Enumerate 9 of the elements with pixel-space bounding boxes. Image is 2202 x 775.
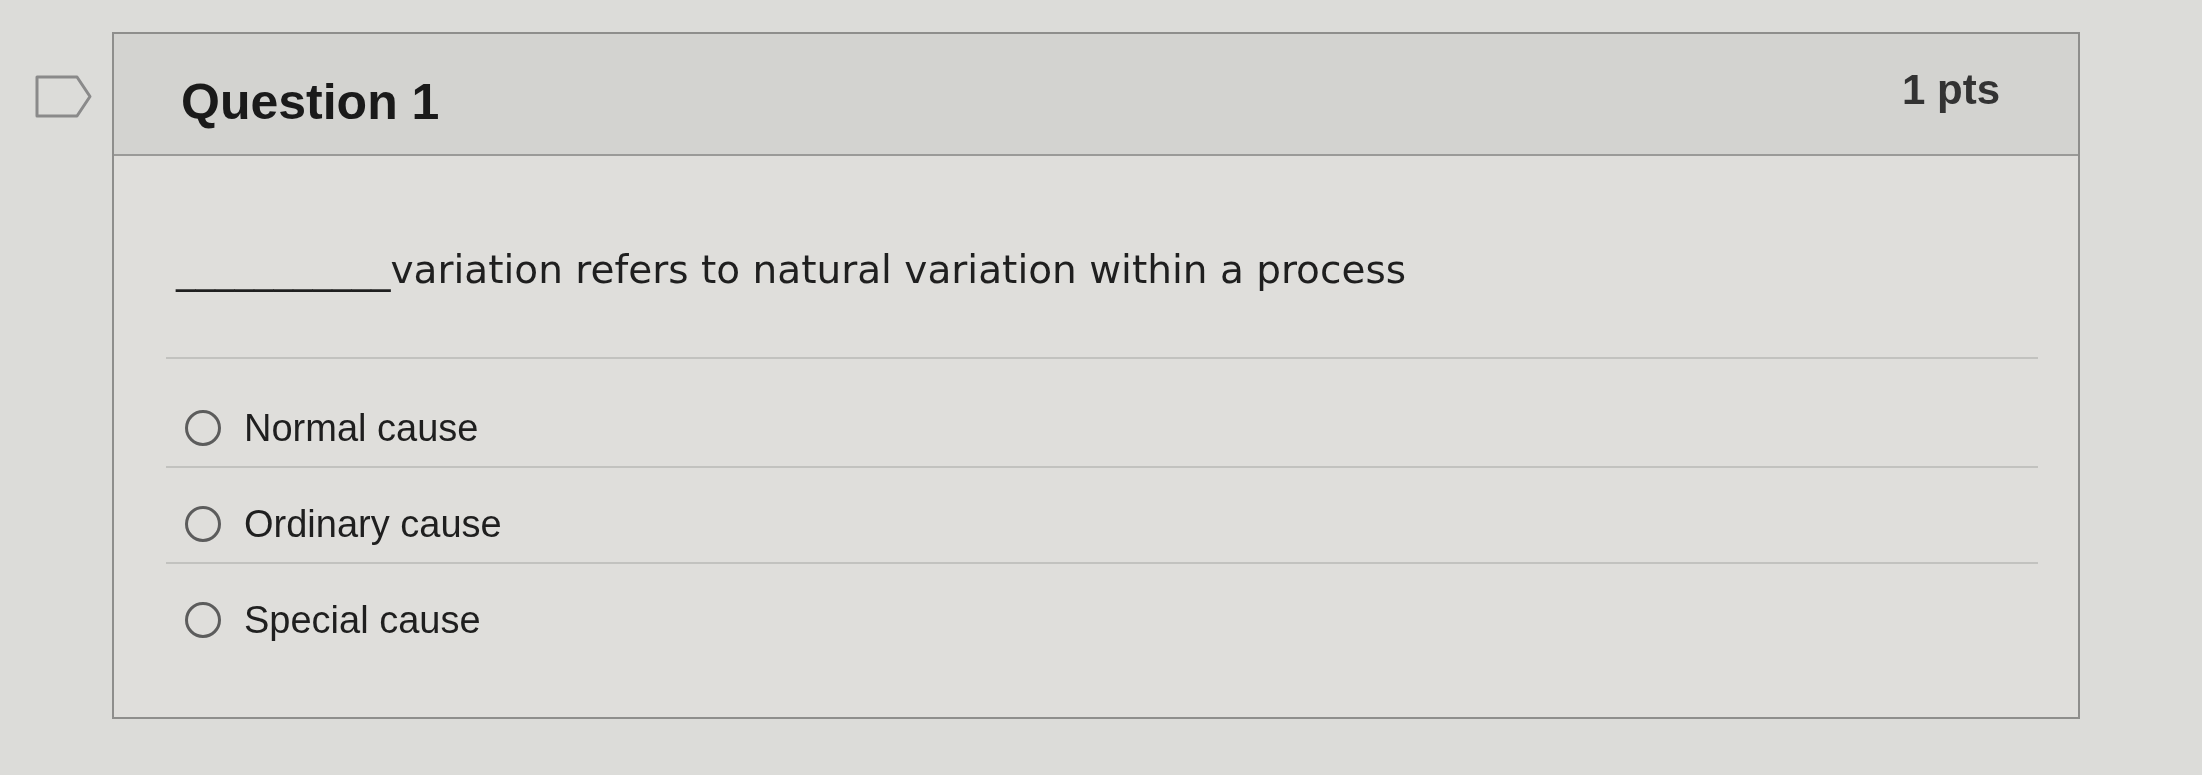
radio-button[interactable] (185, 506, 221, 542)
question-title: Question 1 (181, 73, 440, 132)
question-points: 1 pts (1901, 65, 2000, 115)
answer-label[interactable]: Special cause (244, 600, 481, 640)
answer-label[interactable]: Normal cause (244, 408, 479, 448)
question-text: ___________variation refers to natural variation within a process (176, 247, 1407, 293)
radio-button[interactable] (185, 410, 221, 446)
radio-button[interactable] (185, 602, 221, 638)
answer-label[interactable]: Ordinary cause (244, 504, 502, 544)
